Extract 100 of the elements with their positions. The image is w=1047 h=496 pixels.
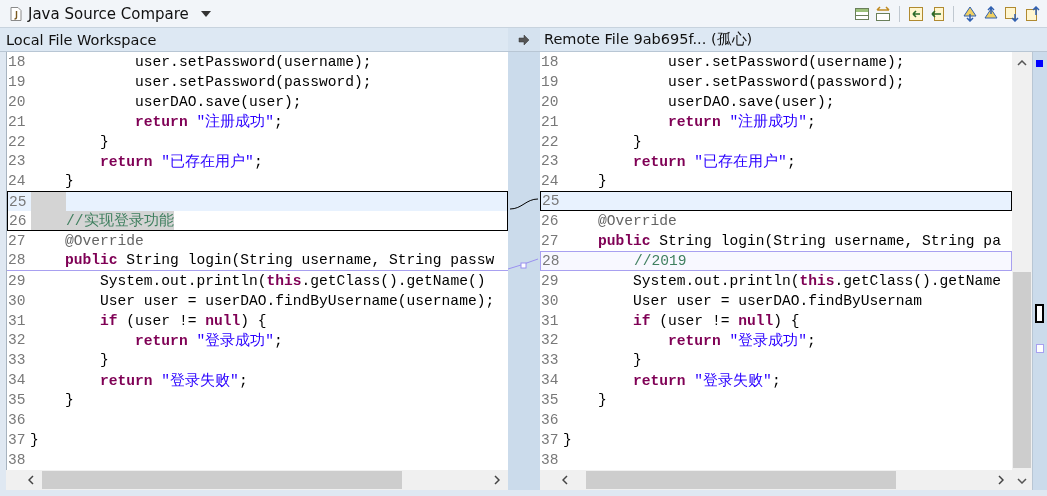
copy-all-left-icon[interactable]	[908, 5, 924, 22]
code-line: }	[632, 133, 642, 150]
code-line: return "登录成功";	[134, 331, 283, 350]
line-number: 20	[7, 93, 27, 110]
line-number: 34	[7, 372, 27, 389]
code-line: return "已存在用户";	[99, 152, 263, 171]
line-number: 38	[7, 451, 27, 468]
code-line: }	[597, 392, 607, 409]
next-difference-icon[interactable]	[962, 5, 978, 22]
code-line: }	[64, 392, 74, 409]
line-number: 24	[540, 173, 560, 190]
code-line: }	[64, 173, 74, 190]
line-number: 31	[7, 312, 27, 329]
code-line: }	[632, 352, 642, 369]
line-number: 28	[541, 252, 561, 269]
line-number: 37	[540, 431, 560, 448]
code-line: User user = userDAO.findByUsername(username);	[99, 292, 495, 309]
line-number: 29	[540, 272, 560, 289]
scrollbar-thumb[interactable]	[42, 471, 402, 489]
code-line: public String login(String username, String pa	[597, 232, 1001, 249]
code-line: if (user != null) {	[632, 312, 800, 329]
copy-right-icon[interactable]	[518, 33, 530, 46]
scroll-down-icon[interactable]	[1017, 478, 1027, 484]
line-number: 35	[540, 392, 560, 409]
scroll-left-icon[interactable]	[28, 475, 34, 485]
next-change-icon[interactable]	[1004, 5, 1020, 22]
pane-layout-icon[interactable]	[854, 5, 870, 22]
code-line: }	[597, 173, 607, 190]
line-number: 18	[540, 53, 560, 70]
line-number: 23	[540, 153, 560, 170]
line-number: 35	[7, 392, 27, 409]
line-number: 25	[541, 193, 561, 210]
line-number: 31	[540, 312, 560, 329]
previous-difference-icon[interactable]	[983, 5, 999, 22]
scroll-left-icon[interactable]	[562, 475, 568, 485]
line-number: 26	[8, 212, 28, 229]
code-line: user.setPassword(password);	[667, 73, 905, 90]
pane-title: Remote File 9ab695f... (孤心)	[544, 30, 753, 49]
horizontal-scrollbar[interactable]	[6, 470, 508, 490]
line-number: 21	[7, 113, 27, 130]
code-line: user.setPassword(username);	[667, 53, 905, 70]
line-number: 24	[7, 173, 27, 190]
line-number: 36	[7, 411, 27, 428]
code-line: if (user != null) {	[99, 312, 267, 329]
scroll-right-icon[interactable]	[494, 475, 500, 485]
code-line: System.out.println(this.getClass().getName	[632, 272, 1001, 289]
line-number: 37	[7, 431, 27, 448]
line-number: 22	[540, 133, 560, 150]
swap-panes-icon[interactable]	[875, 5, 891, 22]
previous-change-icon[interactable]	[1025, 5, 1041, 22]
code-line: return "注册成功";	[667, 112, 816, 132]
line-number: 26	[540, 213, 560, 230]
pane-title: Local File Workspace	[6, 31, 157, 48]
scroll-right-icon[interactable]	[998, 475, 1004, 485]
vertical-scrollbar[interactable]	[1012, 52, 1032, 490]
line-number: 36	[540, 411, 560, 428]
code-line: userDAO.save(user);	[134, 93, 302, 110]
code-line: public String login(String username, String passw	[64, 252, 495, 269]
ruler-mark[interactable]	[1035, 304, 1044, 323]
code-line: User user = userDAO.findByUsernam	[632, 292, 923, 309]
line-number: 27	[540, 232, 560, 249]
horizontal-scrollbar[interactable]	[540, 470, 1012, 490]
line-number: 32	[540, 332, 560, 349]
line-number: 38	[540, 451, 560, 468]
code-line: userDAO.save(user);	[667, 93, 835, 110]
line-number: 30	[7, 292, 27, 309]
line-number: 22	[7, 133, 27, 150]
line-number: 21	[540, 113, 560, 130]
scrollbar-thumb[interactable]	[586, 471, 896, 489]
caret-icon[interactable]	[200, 10, 211, 17]
diff-connector	[508, 258, 539, 270]
code-line: }	[30, 431, 39, 448]
line-number: 20	[540, 93, 560, 110]
code-line: }	[99, 133, 109, 150]
code-line: }	[563, 431, 572, 448]
line-number: 34	[540, 372, 560, 389]
line-number: 25	[8, 193, 28, 210]
copy-left-icon[interactable]	[929, 5, 945, 22]
code-line: //2019	[633, 252, 687, 269]
code-editor[interactable]	[6, 52, 508, 470]
line-number: 19	[540, 73, 560, 90]
code-line: }	[99, 352, 109, 369]
code-line: return "注册成功";	[134, 112, 283, 132]
line-number: 27	[7, 232, 27, 249]
scroll-up-icon[interactable]	[1017, 60, 1027, 66]
line-number: 33	[540, 352, 560, 369]
code-line: return "已存在用户";	[632, 152, 796, 171]
code-line: System.out.println(this.getClass().getName()	[99, 272, 486, 289]
code-line: @Override	[64, 232, 144, 249]
line-number: 29	[7, 272, 27, 289]
diff-connector	[509, 198, 539, 210]
scrollbar-thumb[interactable]	[1013, 272, 1031, 468]
code-editor[interactable]	[540, 52, 1012, 470]
line-number: 18	[7, 53, 27, 70]
line-number: 32	[7, 332, 27, 349]
code-line: @Override	[597, 213, 677, 230]
code-line: user.setPassword(password);	[134, 73, 372, 90]
code-line: return "登录成功";	[667, 331, 816, 350]
compare-title: Java Source Compare	[28, 4, 189, 23]
line-number: 30	[540, 292, 560, 309]
